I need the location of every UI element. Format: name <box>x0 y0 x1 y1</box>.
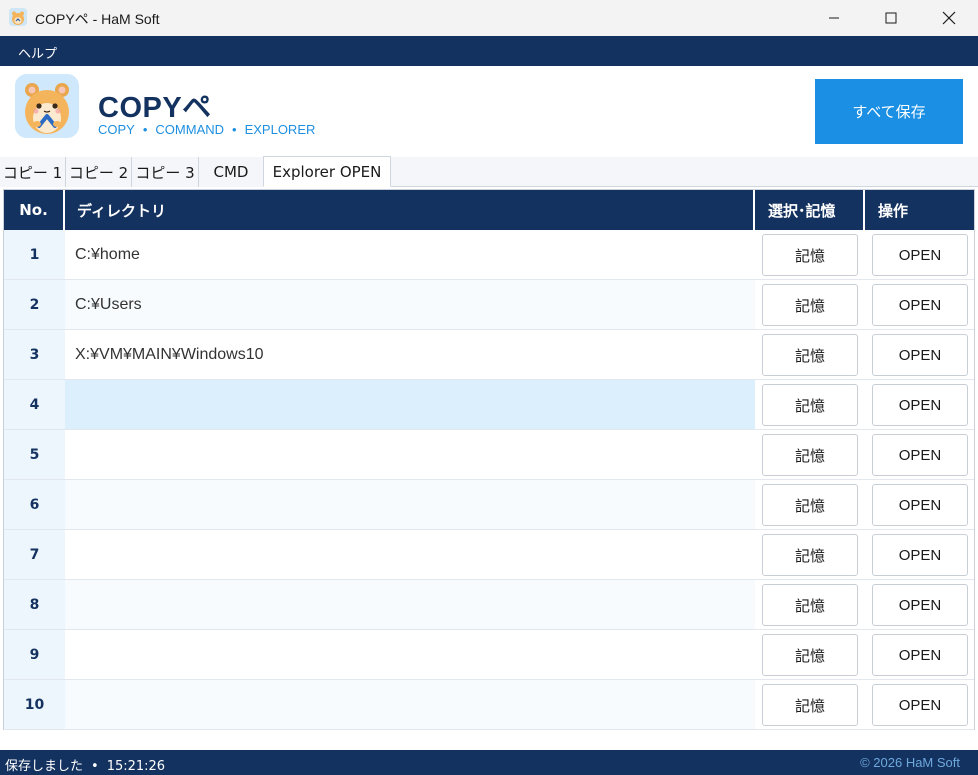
app-header: COPYペ COPY • COMMAND • EXPLORER すべて保存 <box>0 66 978 157</box>
header-directory: ディレクトリ <box>65 190 755 230</box>
brand-title: COPYペ <box>98 92 212 124</box>
tab-copy-3[interactable]: コピー 3 <box>132 157 199 187</box>
table-row[interactable]: 8 記憶 OPEN <box>4 580 974 630</box>
open-button[interactable]: OPEN <box>872 334 968 376</box>
title-bar: COPYペ - HaM Soft <box>0 0 978 36</box>
table-row[interactable]: 4 記憶 OPEN <box>4 380 974 430</box>
status-message: 保存しました • 15:21:26 <box>5 755 165 774</box>
open-button[interactable]: OPEN <box>872 384 968 426</box>
directory-cell[interactable] <box>65 680 755 729</box>
maximize-icon <box>885 12 897 24</box>
table-row[interactable]: 6 記憶 OPEN <box>4 480 974 530</box>
tab-copy-2[interactable]: コピー 2 <box>66 157 132 187</box>
table-row[interactable]: 5 記憶 OPEN <box>4 430 974 480</box>
memory-button[interactable]: 記憶 <box>762 634 858 676</box>
open-button[interactable]: OPEN <box>872 634 968 676</box>
status-bar: 保存しました • 15:21:26 © 2026 HaM Soft <box>0 750 978 775</box>
table-row[interactable]: 9 記憶 OPEN <box>4 630 974 680</box>
table-row[interactable]: 1 C:¥home 記憶 OPEN <box>4 230 974 280</box>
row-number: 2 <box>4 280 65 329</box>
open-button[interactable]: OPEN <box>872 434 968 476</box>
memory-button[interactable]: 記憶 <box>762 484 858 526</box>
row-number: 9 <box>4 630 65 679</box>
brand-subtitle: COPY • COMMAND • EXPLORER <box>98 122 315 137</box>
tab-explorer-open[interactable]: Explorer OPEN <box>263 156 391 187</box>
open-button[interactable]: OPEN <box>872 584 968 626</box>
brand-sub-command: COMMAND <box>155 122 225 137</box>
table-row[interactable]: 2 C:¥Users 記憶 OPEN <box>4 280 974 330</box>
directory-cell[interactable]: X:¥VM¥MAIN¥Windows10 <box>65 330 755 379</box>
open-button[interactable]: OPEN <box>872 284 968 326</box>
copyright: © 2026 HaM Soft <box>860 755 960 770</box>
memory-button[interactable]: 記憶 <box>762 434 858 476</box>
status-separator: • <box>91 759 99 774</box>
directory-cell[interactable]: C:¥home <box>65 230 755 279</box>
open-button[interactable]: OPEN <box>872 234 968 276</box>
open-button[interactable]: OPEN <box>872 684 968 726</box>
table-row[interactable]: 10 記憶 OPEN <box>4 680 974 730</box>
row-number: 10 <box>4 680 65 729</box>
memory-button[interactable]: 記憶 <box>762 684 858 726</box>
open-button[interactable]: OPEN <box>872 534 968 576</box>
brand-sub-dot: • <box>232 122 237 137</box>
table-row[interactable]: 3 X:¥VM¥MAIN¥Windows10 記憶 OPEN <box>4 330 974 380</box>
close-button[interactable] <box>920 0 978 36</box>
directory-cell[interactable] <box>65 430 755 479</box>
directory-cell[interactable] <box>65 480 755 529</box>
maximize-button[interactable] <box>862 0 920 36</box>
menu-bar: ヘルプ <box>0 36 978 66</box>
directory-cell[interactable] <box>65 530 755 579</box>
tab-copy-1[interactable]: コピー 1 <box>0 157 66 187</box>
window-title: COPYペ - HaM Soft <box>35 11 160 27</box>
open-button[interactable]: OPEN <box>872 484 968 526</box>
tab-cmd[interactable]: CMD <box>199 157 264 187</box>
memory-button[interactable]: 記憶 <box>762 234 858 276</box>
minimize-button[interactable] <box>805 0 863 36</box>
directory-cell[interactable] <box>65 630 755 679</box>
directory-grid: No. ディレクトリ 選択･記憶 操作 1 C:¥home 記憶 OPEN 2 C:¥Us… <box>3 189 975 730</box>
memory-button[interactable]: 記憶 <box>762 284 858 326</box>
close-icon <box>942 11 956 25</box>
row-number: 8 <box>4 580 65 629</box>
row-number: 5 <box>4 430 65 479</box>
status-time: 15:21:26 <box>106 759 166 774</box>
app-icon <box>9 8 27 26</box>
row-number: 6 <box>4 480 65 529</box>
row-number: 7 <box>4 530 65 579</box>
memory-button[interactable]: 記憶 <box>762 384 858 426</box>
row-number: 4 <box>4 380 65 429</box>
table-row[interactable]: 7 記憶 OPEN <box>4 530 974 580</box>
row-number: 1 <box>4 230 65 279</box>
header-select-memory: 選択･記憶 <box>755 190 865 230</box>
memory-button[interactable]: 記憶 <box>762 534 858 576</box>
status-text: 保存しました <box>5 759 84 774</box>
grid-header: No. ディレクトリ 選択･記憶 操作 <box>4 190 974 230</box>
hamster-logo-icon <box>15 74 79 138</box>
memory-button[interactable]: 記憶 <box>762 584 858 626</box>
header-action: 操作 <box>878 201 909 220</box>
brand-sub-copy: COPY <box>98 122 135 137</box>
header-no: No. <box>4 190 65 230</box>
minimize-icon <box>829 17 839 19</box>
memory-button[interactable]: 記憶 <box>762 334 858 376</box>
save-all-button[interactable]: すべて保存 <box>815 79 963 144</box>
directory-cell[interactable]: C:¥Users <box>65 280 755 329</box>
menu-help[interactable]: ヘルプ <box>18 43 57 62</box>
directory-cell[interactable] <box>65 580 755 629</box>
tab-strip: コピー 1 コピー 2 コピー 3 CMD Explorer OPEN <box>0 156 978 187</box>
brand-sub-dot: • <box>142 122 148 137</box>
directory-cell[interactable] <box>65 380 755 429</box>
row-number: 3 <box>4 330 65 379</box>
brand-sub-explorer: EXPLORER <box>244 122 316 137</box>
